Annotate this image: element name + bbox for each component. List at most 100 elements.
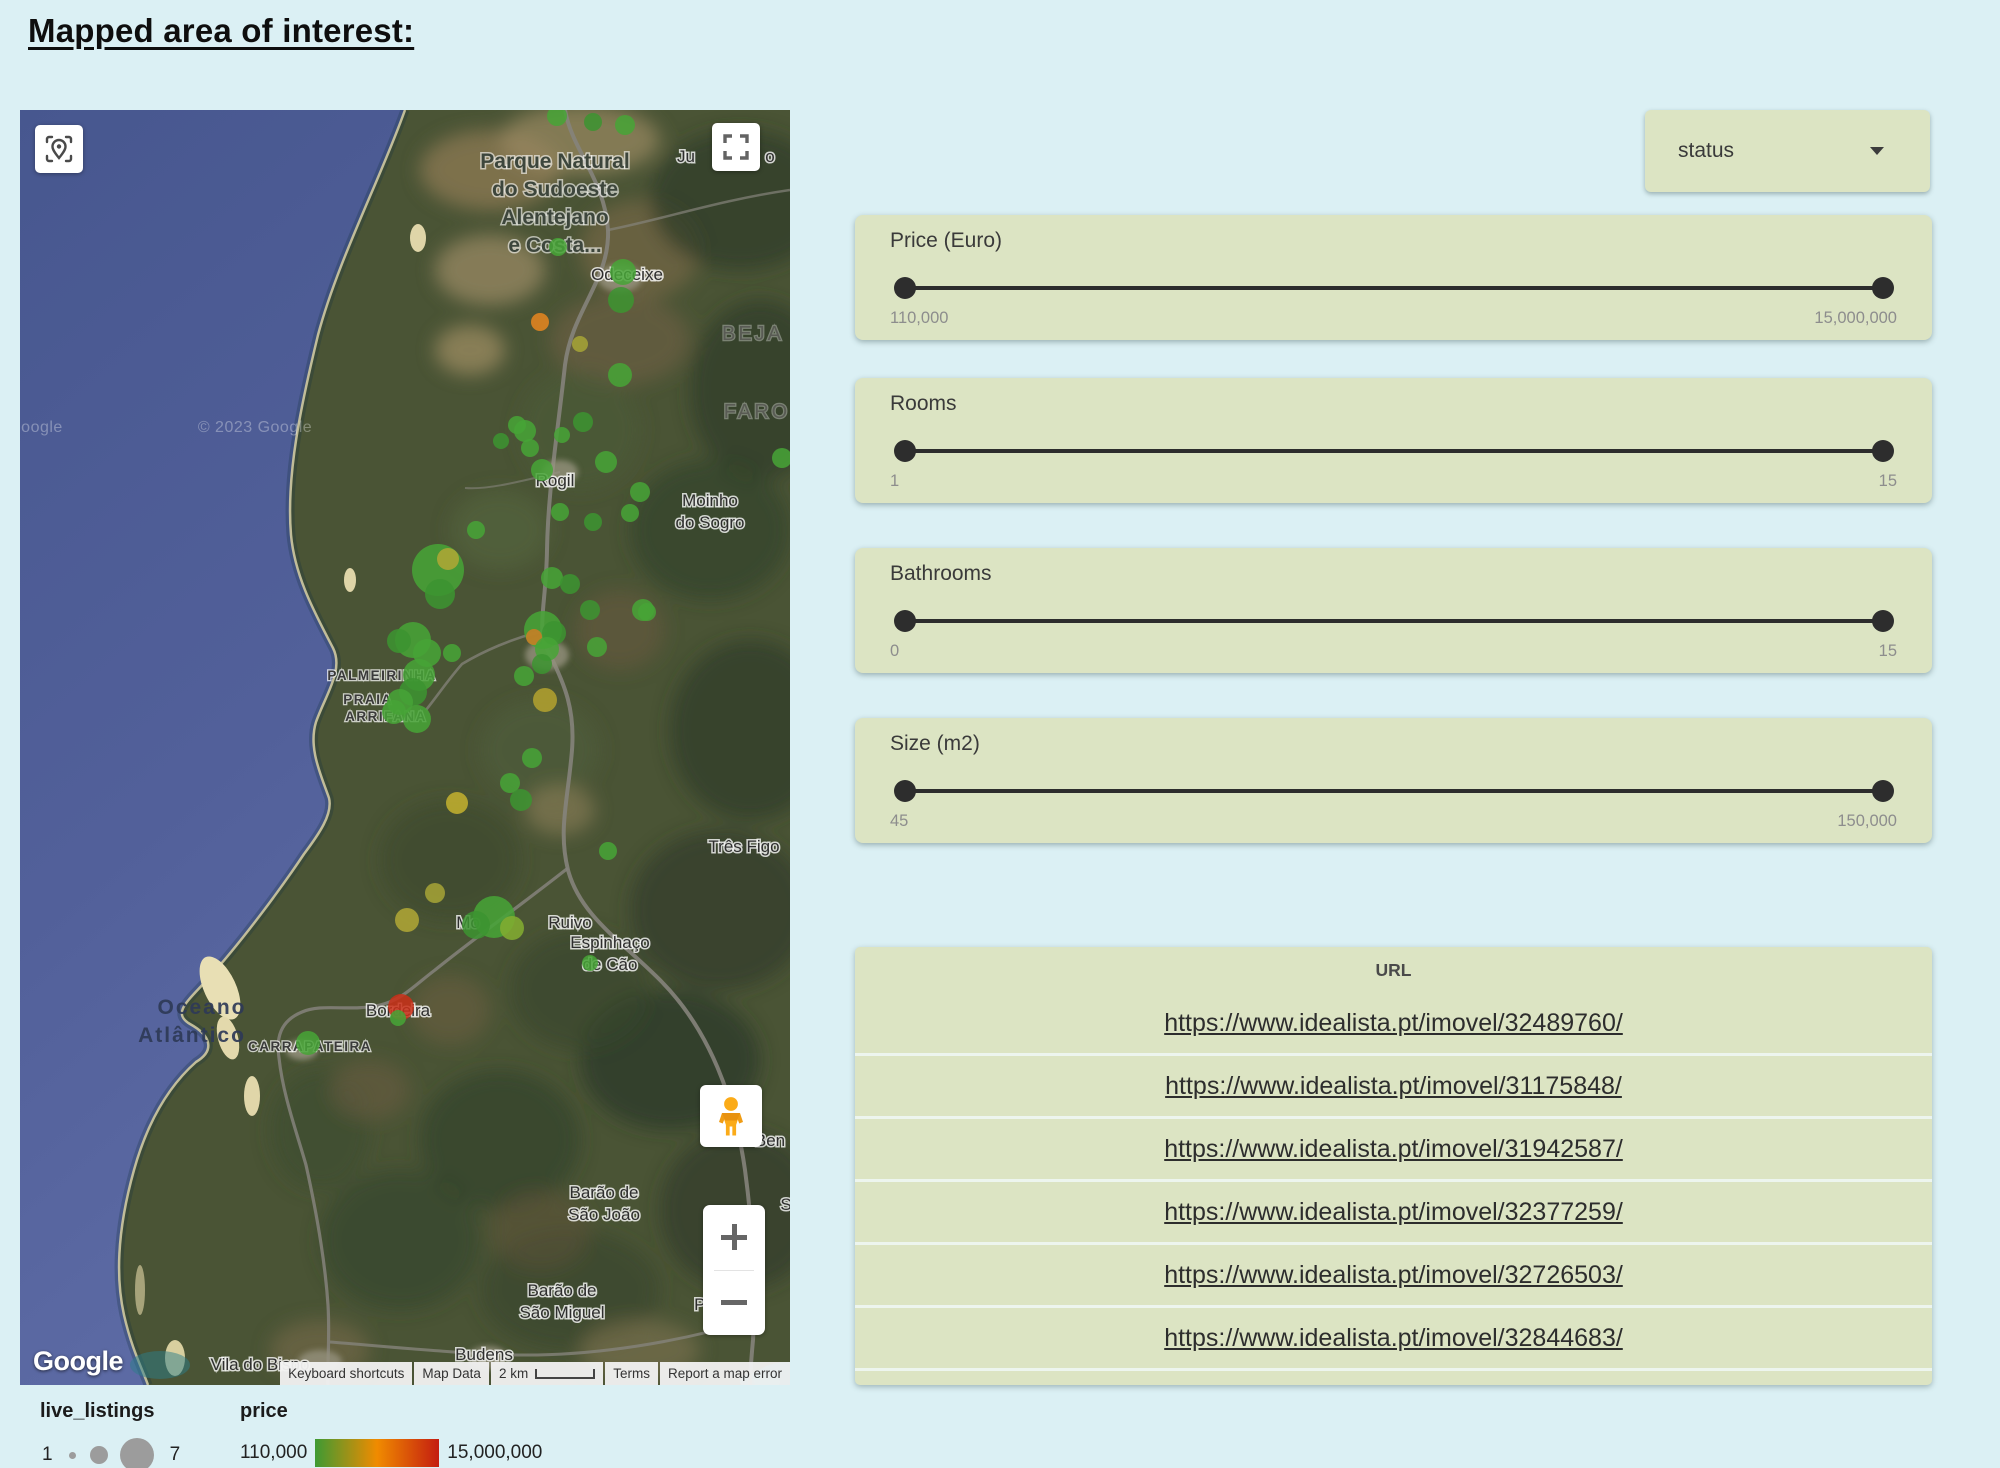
listing-dot[interactable]	[584, 513, 602, 531]
listing-dot[interactable]	[395, 908, 419, 932]
listing-dot[interactable]	[573, 412, 593, 432]
pegman-button[interactable]	[700, 1085, 762, 1147]
table-row: https://www.idealista.pt/imovel/32049204…	[855, 1368, 1932, 1385]
listing-dot[interactable]	[541, 567, 563, 589]
listing-link[interactable]: https://www.idealista.pt/imovel/31942587…	[1164, 1135, 1623, 1164]
listing-dot[interactable]	[510, 789, 532, 811]
status-dropdown[interactable]: status	[1645, 110, 1930, 192]
listing-link[interactable]: https://www.idealista.pt/imovel/32844683…	[1164, 1324, 1623, 1353]
map-attribution-bar: Keyboard shortcuts Map Data 2 km Terms R…	[278, 1362, 790, 1385]
listing-dot[interactable]	[522, 748, 542, 768]
listing-dot[interactable]	[587, 637, 607, 657]
listing-link[interactable]: https://www.idealista.pt/imovel/32377259…	[1164, 1198, 1623, 1227]
listing-dot[interactable]	[446, 792, 468, 814]
listing-dot[interactable]	[549, 238, 567, 256]
listing-dot[interactable]	[514, 666, 534, 686]
listing-dot[interactable]	[599, 842, 617, 860]
listing-dot[interactable]	[425, 579, 455, 609]
bathrooms-slider-min-handle[interactable]	[894, 610, 916, 632]
listing-dot[interactable]	[608, 287, 634, 313]
bathrooms-slider[interactable]	[905, 619, 1883, 623]
listing-link[interactable]: https://www.idealista.pt/imovel/32726503…	[1164, 1261, 1623, 1290]
listing-dot[interactable]	[580, 600, 600, 620]
listing-dot[interactable]	[560, 574, 580, 594]
area-pin-icon	[44, 134, 74, 164]
size-dot-medium	[90, 1446, 108, 1464]
listing-dot[interactable]	[443, 644, 461, 662]
map-label: BEJA	[722, 323, 784, 345]
table-row: https://www.idealista.pt/imovel/32489760…	[855, 993, 1932, 1053]
map-label: do Sogro	[676, 513, 745, 532]
listing-link[interactable]: https://www.idealista.pt/imovel/32489760…	[1164, 1009, 1623, 1038]
listing-dot[interactable]	[382, 700, 406, 724]
listing-dot[interactable]	[437, 548, 459, 570]
listing-dot[interactable]	[296, 1031, 320, 1055]
rooms-slider[interactable]	[905, 449, 1883, 453]
size-min-value: 45	[890, 812, 908, 831]
map-label: o	[765, 147, 774, 166]
map-label: Parque Natural	[480, 150, 629, 173]
size-slider-min-handle[interactable]	[894, 780, 916, 802]
price-slider-max-handle[interactable]	[1872, 277, 1894, 299]
listing-dot[interactable]	[531, 459, 553, 481]
zoom-out-button[interactable]	[703, 1271, 765, 1336]
map-label: Oceano	[157, 996, 246, 1019]
listing-dot[interactable]	[500, 916, 524, 940]
listing-dot[interactable]	[630, 482, 650, 502]
map-label: São Miguel	[519, 1303, 604, 1322]
listing-dot[interactable]	[610, 259, 636, 285]
listing-dot[interactable]	[572, 336, 588, 352]
listing-dot[interactable]	[462, 911, 490, 939]
focus-area-button[interactable]	[35, 125, 83, 173]
price-slider-min-handle[interactable]	[894, 277, 916, 299]
rooms-slider-max-handle[interactable]	[1872, 440, 1894, 462]
price-filter-card: Price (Euro) 110,000 15,000,000	[855, 215, 1932, 340]
listing-link[interactable]: https://www.idealista.pt/imovel/31175848…	[1165, 1072, 1622, 1101]
size-dot-small	[69, 1452, 76, 1459]
map-container[interactable]: Parque Naturaldo SudoesteAlentejanoe Cos…	[20, 110, 790, 1385]
map-label: do Sudoeste	[492, 178, 618, 201]
map-data-link[interactable]: Map Data	[414, 1362, 489, 1385]
rooms-slider-min-handle[interactable]	[894, 440, 916, 462]
map-label: Barão de	[528, 1281, 597, 1300]
listing-dot[interactable]	[608, 363, 632, 387]
satellite-map[interactable]: Parque Naturaldo SudoesteAlentejanoe Cos…	[20, 110, 790, 1385]
size-slider-max-handle[interactable]	[1872, 780, 1894, 802]
table-row: https://www.idealista.pt/imovel/31175848…	[855, 1053, 1932, 1116]
fullscreen-icon	[721, 132, 751, 162]
listing-dot[interactable]	[531, 313, 549, 331]
listing-dot[interactable]	[521, 439, 539, 457]
size-slider[interactable]	[905, 789, 1883, 793]
size-filter-card: Size (m2) 45 150,000	[855, 718, 1932, 843]
map-label: oogle	[21, 419, 63, 436]
listing-dot[interactable]	[582, 955, 598, 971]
terms-link[interactable]: Terms	[605, 1362, 658, 1385]
listing-dot[interactable]	[621, 504, 639, 522]
keyboard-shortcuts-link[interactable]: Keyboard shortcuts	[280, 1362, 412, 1385]
zoom-in-button[interactable]	[703, 1205, 765, 1270]
color-legend-max: 15,000,000	[447, 1442, 542, 1464]
price-gradient-bar	[315, 1439, 439, 1467]
listing-dot[interactable]	[532, 654, 552, 674]
price-slider[interactable]	[905, 286, 1883, 290]
fullscreen-button[interactable]	[712, 123, 760, 171]
listing-dot[interactable]	[467, 521, 485, 539]
listing-dot[interactable]	[554, 427, 570, 443]
listing-dot[interactable]	[508, 416, 526, 434]
listing-dot[interactable]	[584, 113, 602, 131]
bathrooms-slider-max-handle[interactable]	[1872, 610, 1894, 632]
listing-dot[interactable]	[403, 705, 431, 733]
listing-dot[interactable]	[425, 883, 445, 903]
listing-dot[interactable]	[493, 433, 509, 449]
size-dot-large	[120, 1438, 154, 1468]
report-map-error-link[interactable]: Report a map error	[660, 1362, 790, 1385]
listing-dot[interactable]	[615, 115, 635, 135]
listing-dot[interactable]	[533, 688, 557, 712]
listing-dot[interactable]	[390, 1010, 406, 1026]
listing-dot[interactable]	[551, 503, 569, 521]
listing-dot[interactable]	[595, 451, 617, 473]
listing-dot[interactable]	[387, 629, 411, 653]
listing-dot[interactable]	[632, 599, 654, 621]
map-label: Três Figo	[708, 837, 779, 856]
color-legend-title: price	[240, 1400, 288, 1423]
